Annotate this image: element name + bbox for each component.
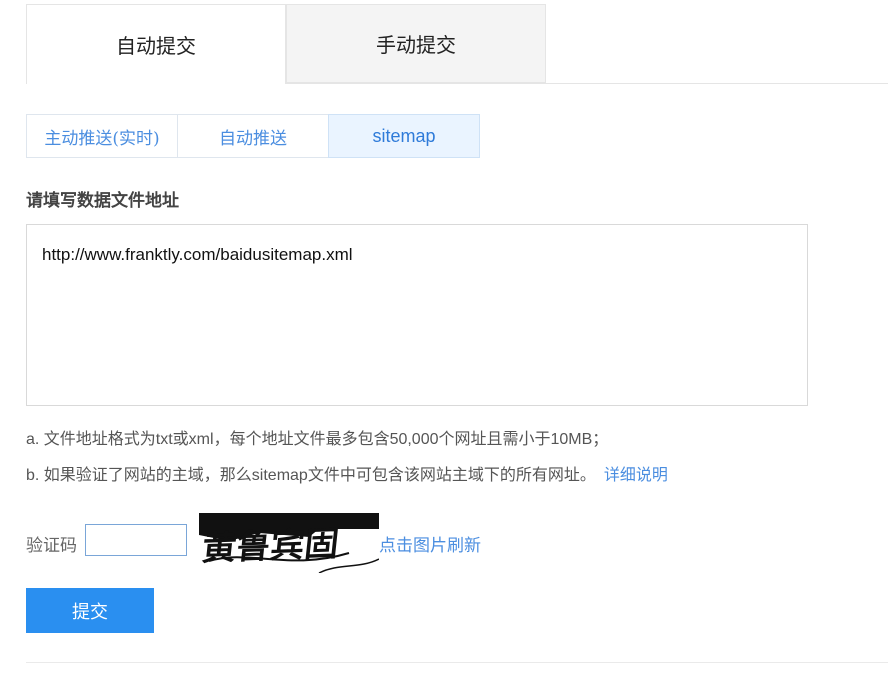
captcha-input[interactable] xyxy=(85,524,187,556)
captcha-refresh-link[interactable]: 点击图片刷新 xyxy=(379,531,481,556)
submit-button[interactable]: 提交 xyxy=(26,588,154,633)
note-line-b: b. 如果验证了网站的主域，那么sitemap文件中可包含该网站主域下的所有网址… xyxy=(26,461,668,485)
captcha-text: 黄鲁宾固 xyxy=(200,524,341,569)
tab-auto-submit[interactable]: 自动提交 xyxy=(26,4,286,84)
push-method-tabs: 主动推送(实时) 自动推送 sitemap xyxy=(26,114,480,158)
tab-auto-push[interactable]: 自动推送 xyxy=(177,114,329,158)
submission-mode-tabs: 自动提交 手动提交 xyxy=(26,4,888,84)
data-file-url-label: 请填写数据文件地址 xyxy=(26,191,179,211)
captcha-image[interactable]: 黄鲁宾固 xyxy=(199,513,379,573)
data-file-url-input[interactable]: http://www.franktly.com/baidusitemap.xml xyxy=(26,224,808,406)
tab-active-push[interactable]: 主动推送(实时) xyxy=(26,114,178,158)
bottom-divider xyxy=(26,662,888,663)
tab-sitemap[interactable]: sitemap xyxy=(328,114,480,158)
note-line-b-text: b. 如果验证了网站的主域，那么sitemap文件中可包含该网站主域下的所有网址… xyxy=(26,467,596,484)
tabs-divider xyxy=(286,83,888,84)
note-line-a: a. 文件地址格式为txt或xml，每个地址文件最多包含50,000个网址且需小… xyxy=(26,431,609,448)
detail-link[interactable]: 详细说明 xyxy=(604,467,668,484)
tab-manual-submit[interactable]: 手动提交 xyxy=(286,4,546,83)
captcha-label: 验证码 xyxy=(26,536,77,556)
